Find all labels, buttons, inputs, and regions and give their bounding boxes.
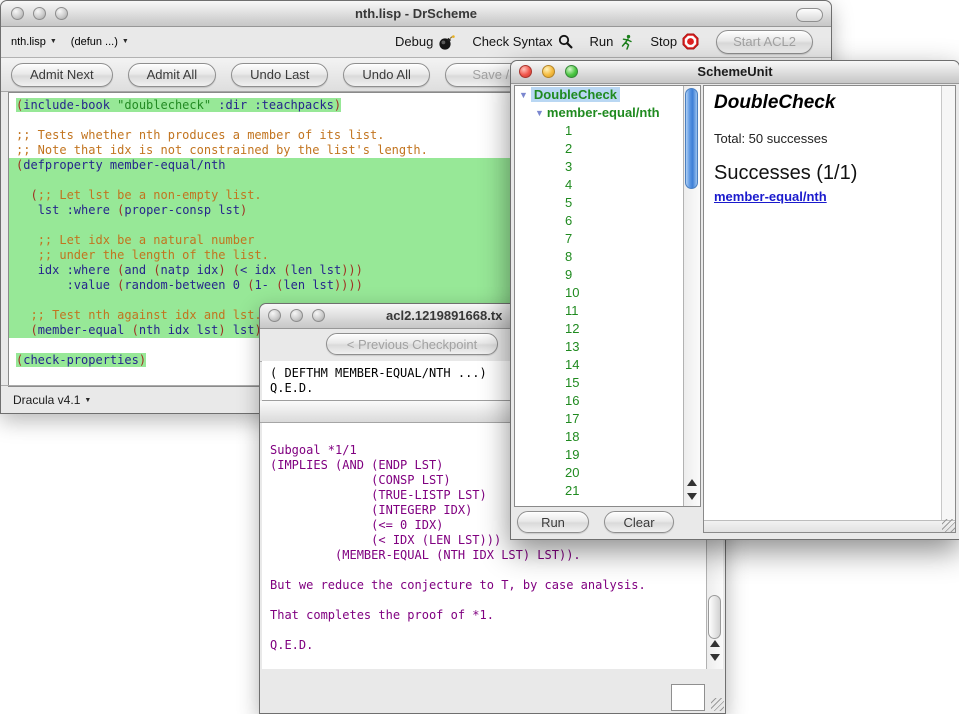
tree-test-case[interactable]: 18 xyxy=(515,428,700,446)
tree-test-case[interactable]: 10 xyxy=(515,284,700,302)
tree-test-case[interactable]: 9 xyxy=(515,266,700,284)
test-tree-panel: DoubleCheck member-equal/nth 12345678910… xyxy=(514,85,701,507)
test-tree: DoubleCheck member-equal/nth 12345678910… xyxy=(515,86,700,500)
lock-indicator-box[interactable] xyxy=(671,684,705,711)
detail-hscrollbar[interactable] xyxy=(704,520,955,532)
window-title: acl2.1219891668.tx xyxy=(386,304,502,328)
disclosure-triangle-icon[interactable] xyxy=(535,105,547,120)
tree-test-case[interactable]: 20 xyxy=(515,464,700,482)
tree-test-case[interactable]: 2 xyxy=(515,140,700,158)
start-acl2-button[interactable]: Start ACL2 xyxy=(716,30,813,54)
scroll-up-arrow[interactable] xyxy=(710,640,720,647)
scroll-up-arrow[interactable] xyxy=(687,479,697,486)
successes-heading: Successes (1/1) xyxy=(714,162,945,185)
debug-button[interactable]: Debug xyxy=(395,34,455,50)
tree-test-case[interactable]: 8 xyxy=(515,248,700,266)
tree-item-member-equal-nth[interactable]: member-equal/nth xyxy=(515,104,700,122)
tree-test-case[interactable]: 4 xyxy=(515,176,700,194)
scrollbar-thumb[interactable] xyxy=(708,595,721,639)
minimize-button[interactable] xyxy=(290,309,303,322)
tree-test-case[interactable]: 6 xyxy=(515,212,700,230)
tree-test-case[interactable]: 1 xyxy=(515,122,700,140)
tree-test-case[interactable]: 16 xyxy=(515,392,700,410)
result-total: Total: 50 successes xyxy=(714,131,945,146)
schemeunit-buttons: Run Clear xyxy=(517,511,674,533)
run-button[interactable]: Run xyxy=(590,34,634,50)
magnifier-icon xyxy=(558,34,573,49)
tree-test-case[interactable]: 21 xyxy=(515,482,700,500)
admit-next-button[interactable]: Admit Next xyxy=(11,63,113,87)
defun-dropdown[interactable]: (defun ...) xyxy=(71,36,129,48)
zoom-button[interactable] xyxy=(312,309,325,322)
result-heading: DoubleCheck xyxy=(714,92,945,114)
close-button[interactable] xyxy=(11,7,24,20)
tree-scrollbar[interactable] xyxy=(683,86,700,506)
undo-all-button[interactable]: Undo All xyxy=(343,63,429,87)
tree-test-case[interactable]: 13 xyxy=(515,338,700,356)
tree-test-case[interactable]: 19 xyxy=(515,446,700,464)
stop-button[interactable]: Stop xyxy=(650,33,699,50)
drscheme-menurow: nth.lisp (defun ...) Debug Check Syntax … xyxy=(1,26,831,57)
resize-grip-icon[interactable] xyxy=(711,698,724,711)
tree-test-case[interactable]: 17 xyxy=(515,410,700,428)
schemeunit-window: SchemeUnit DoubleCheck member-equal/nth … xyxy=(510,60,959,540)
clear-button[interactable]: Clear xyxy=(604,511,674,533)
tree-test-case[interactable]: 11 xyxy=(515,302,700,320)
run-tests-button[interactable]: Run xyxy=(517,511,589,533)
stop-icon xyxy=(682,33,699,50)
tree-test-case[interactable]: 7 xyxy=(515,230,700,248)
check-syntax-button[interactable]: Check Syntax xyxy=(472,34,572,49)
tree-test-case[interactable]: 3 xyxy=(515,158,700,176)
minimize-button[interactable] xyxy=(33,7,46,20)
undo-last-button[interactable]: Undo Last xyxy=(231,63,328,87)
minimize-button[interactable] xyxy=(542,65,555,78)
detail-vscrollbar[interactable] xyxy=(941,86,955,520)
result-detail-panel: DoubleCheck Total: 50 successes Successe… xyxy=(703,85,956,533)
runner-icon xyxy=(618,34,633,50)
close-button[interactable] xyxy=(268,309,281,322)
toolbar-toggle-pill[interactable] xyxy=(796,8,823,22)
zoom-button[interactable] xyxy=(565,65,578,78)
disclosure-triangle-icon[interactable] xyxy=(519,87,531,102)
window-title: nth.lisp - DrScheme xyxy=(1,1,831,26)
language-menu[interactable]: Dracula v4.1 xyxy=(13,393,91,407)
scroll-down-arrow[interactable] xyxy=(687,493,697,500)
bomb-icon xyxy=(438,34,455,50)
tree-item-doublecheck[interactable]: DoubleCheck xyxy=(515,86,700,104)
close-button[interactable] xyxy=(519,65,532,78)
success-link[interactable]: member-equal/nth xyxy=(714,189,827,204)
previous-checkpoint-button[interactable]: < Previous Checkpoint xyxy=(326,333,498,355)
zoom-button[interactable] xyxy=(55,7,68,20)
tree-number-list: 123456789101112131415161718192021 xyxy=(515,122,700,500)
schemeunit-titlebar[interactable]: SchemeUnit xyxy=(511,61,959,84)
tree-test-case[interactable]: 5 xyxy=(515,194,700,212)
admit-all-button[interactable]: Admit All xyxy=(128,63,217,87)
scrollbar-thumb[interactable] xyxy=(685,88,698,189)
tree-test-case[interactable]: 12 xyxy=(515,320,700,338)
window-title: SchemeUnit xyxy=(511,61,959,83)
tree-test-case[interactable]: 15 xyxy=(515,374,700,392)
resize-grip-icon[interactable] xyxy=(942,519,955,532)
drscheme-titlebar[interactable]: nth.lisp - DrScheme xyxy=(1,1,831,27)
tree-test-case[interactable]: 14 xyxy=(515,356,700,374)
file-dropdown[interactable]: nth.lisp xyxy=(11,36,57,48)
acl2-bottombar xyxy=(260,669,725,712)
scroll-down-arrow[interactable] xyxy=(710,654,720,661)
